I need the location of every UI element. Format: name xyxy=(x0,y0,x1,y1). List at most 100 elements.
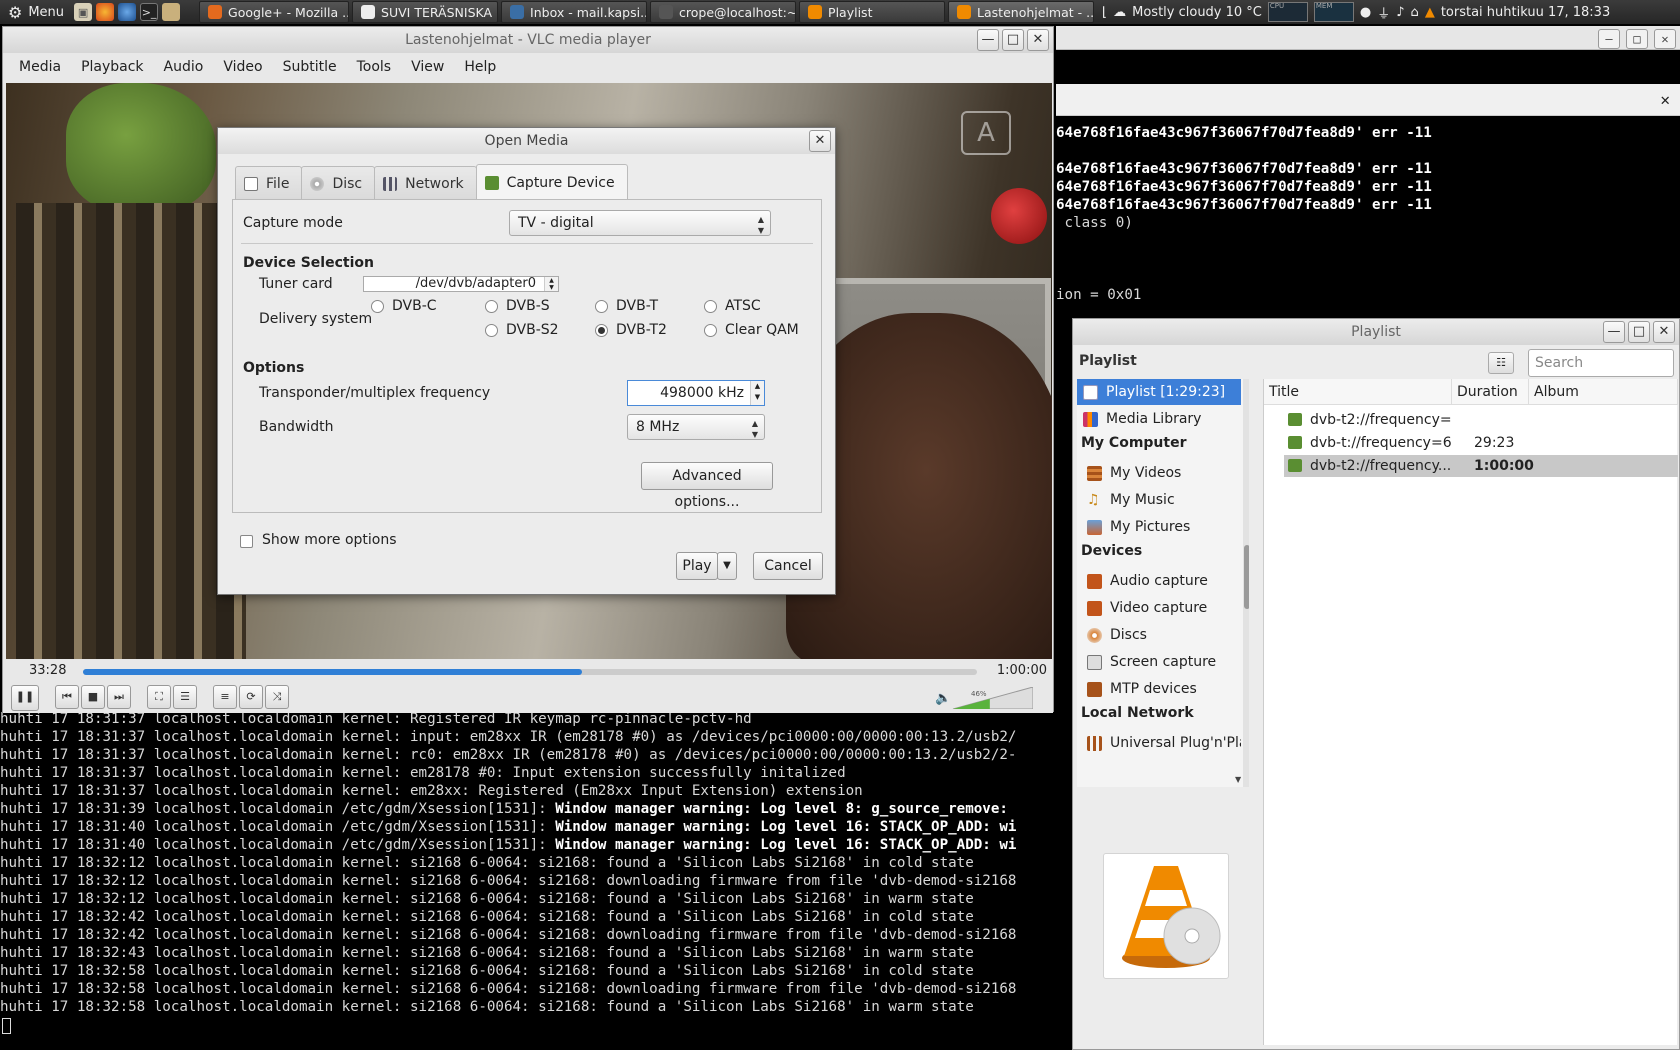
search-input[interactable]: Search xyxy=(1528,349,1674,377)
play-dropdown-icon[interactable]: ▼ xyxy=(717,552,737,580)
mem-graph[interactable]: MEM xyxy=(1313,2,1354,22)
seek-slider[interactable] xyxy=(83,669,977,675)
spin-arrows-icon[interactable]: ▲ ▼ xyxy=(750,381,764,405)
column-duration[interactable]: Duration xyxy=(1452,379,1529,405)
user-icon[interactable]: ● xyxy=(1360,5,1371,20)
sidebar-item-media-library[interactable]: Media Library xyxy=(1077,406,1241,432)
radio-atsc[interactable]: ATSC xyxy=(704,298,761,314)
vlc-tray-icon[interactable]: ▲ xyxy=(1425,5,1435,20)
menu-media[interactable]: Media xyxy=(9,59,71,75)
tuner-card-spinbox[interactable]: /dev/dvb/adapter0 ▲ ▼ xyxy=(363,276,559,292)
weather-text[interactable]: Mostly cloudy 10 °C xyxy=(1132,5,1262,20)
maximize-icon[interactable]: □ xyxy=(1626,29,1648,49)
close-icon[interactable]: ✕ xyxy=(1654,29,1676,49)
shuffle-button[interactable]: ⤨ xyxy=(265,685,289,709)
loop-button[interactable]: ⟳ xyxy=(239,685,263,709)
task-playlist[interactable]: Playlist xyxy=(799,1,946,23)
sidebar-item-my-music[interactable]: ♫ My Music xyxy=(1077,487,1241,513)
radio-dvb-t[interactable]: DVB-T xyxy=(595,298,658,314)
task-terminal[interactable]: crope@localhost:~ xyxy=(650,1,797,23)
extended-settings-button[interactable]: ☰ xyxy=(173,685,197,709)
clock[interactable]: torstai huhtikuu 17, 18:33 xyxy=(1441,5,1610,20)
sidebar-item-my-videos[interactable]: My Videos xyxy=(1077,460,1241,486)
radio-dvb-t2[interactable]: DVB-T2 xyxy=(595,322,667,338)
capture-mode-select[interactable]: TV - digital ▲ ▼ xyxy=(509,210,771,236)
next-button[interactable]: ⏭ xyxy=(107,685,131,709)
files-launcher-icon[interactable]: ▣ xyxy=(74,3,93,21)
tab-file[interactable]: File xyxy=(235,166,303,200)
table-row-playing[interactable]: dvb-t2://frequency... 1:00:00 xyxy=(1284,455,1678,477)
play-button[interactable]: Play xyxy=(676,552,718,580)
folder-launcher-icon[interactable] xyxy=(162,3,181,21)
tab-network[interactable]: Network xyxy=(374,166,477,200)
fullscreen-button[interactable]: ⛶ xyxy=(147,685,171,709)
task-music[interactable]: SUVI TERÄSNISKA ... xyxy=(352,1,499,23)
table-row[interactable]: dvb-t://frequency=6... 29:23 xyxy=(1284,432,1678,454)
maximize-icon[interactable]: □ xyxy=(1002,29,1024,51)
bandwidth-select[interactable]: 8 MHz ▲ ▼ xyxy=(627,414,765,440)
cpu-graph[interactable]: CPU xyxy=(1267,2,1308,22)
scroll-down-icon[interactable]: ▼ xyxy=(1235,775,1241,784)
log-warning-text: Window manager warning: Log level 16: ST… xyxy=(555,837,1017,853)
sidebar-item-video-capture[interactable]: Video capture xyxy=(1077,595,1241,621)
view-mode-icon[interactable]: ☷ xyxy=(1488,352,1514,374)
pause-button[interactable]: ❚❚ xyxy=(11,685,39,711)
radio-dvb-s2[interactable]: DVB-S2 xyxy=(485,322,559,338)
tab-capture-device[interactable]: Capture Device xyxy=(475,164,628,200)
sidebar-item-my-pictures[interactable]: My Pictures xyxy=(1077,514,1241,540)
radio-dvb-c[interactable]: DVB-C xyxy=(371,298,437,314)
sidebar-scrollbar[interactable] xyxy=(1243,379,1249,787)
show-desktop-icon[interactable]: ⌊ xyxy=(1102,5,1107,20)
log-text: huhti 17 18:31:37 localhost.localdomain … xyxy=(0,765,846,781)
menu-help[interactable]: Help xyxy=(454,59,506,75)
cancel-button[interactable]: Cancel xyxy=(753,552,823,580)
column-title[interactable]: Title xyxy=(1264,379,1452,405)
menu-subtitle[interactable]: Subtitle xyxy=(273,59,347,75)
show-more-label[interactable]: Show more options xyxy=(262,532,397,548)
volume-tray-icon[interactable]: ♪ xyxy=(1396,5,1404,20)
firefox-launcher-icon[interactable] xyxy=(96,3,115,21)
sidebar-item-upnp[interactable]: Universal Plug'n'Play xyxy=(1077,730,1241,756)
playlist-toggle-button[interactable]: ≡ xyxy=(213,685,237,709)
sidebar-item-mtp-devices[interactable]: MTP devices xyxy=(1077,676,1241,702)
menu-playback[interactable]: Playback xyxy=(71,59,153,75)
minimize-icon[interactable]: — xyxy=(977,29,999,51)
volume-slider[interactable]: 46% xyxy=(933,687,1033,709)
task-vlc[interactable]: Lastenohjelmat - ... xyxy=(948,1,1095,23)
spin-arrows-icon[interactable]: ▲ ▼ xyxy=(544,277,558,291)
network-icon[interactable]: ⌂ xyxy=(1411,5,1419,20)
menu-audio[interactable]: Audio xyxy=(154,59,214,75)
advanced-options-button[interactable]: Advanced options... xyxy=(641,462,773,510)
maximize-icon[interactable]: □ xyxy=(1628,321,1650,343)
frequency-spinbox[interactable]: 498000 kHz ▲ ▼ xyxy=(627,380,765,406)
sidebar-item-playlist[interactable]: Playlist [1:29:23] xyxy=(1077,379,1241,405)
thunderbird-launcher-icon[interactable] xyxy=(118,3,137,21)
app-menu-button[interactable]: ⚙ Menu xyxy=(0,0,72,24)
minimize-icon[interactable]: — xyxy=(1603,321,1625,343)
previous-button[interactable]: ⏮ xyxy=(55,685,79,709)
log-text: huhti 17 18:31:40 localhost.localdomain … xyxy=(0,837,556,853)
column-album[interactable]: Album xyxy=(1529,379,1678,405)
close-icon[interactable]: ✕ xyxy=(1027,29,1049,51)
task-thunderbird[interactable]: Inbox - mail.kapsi.... xyxy=(501,1,648,23)
radio-dvb-s[interactable]: DVB-S xyxy=(485,298,550,314)
close-tab-icon[interactable]: ✕ xyxy=(1660,90,1670,109)
tab-disc[interactable]: Disc xyxy=(301,166,376,200)
task-firefox[interactable]: Google+ - Mozilla ... xyxy=(199,1,350,23)
table-row[interactable]: dvb-t2://frequency=... xyxy=(1284,409,1678,431)
show-more-checkbox[interactable] xyxy=(240,535,253,548)
sidebar-item-audio-capture[interactable]: Audio capture xyxy=(1077,568,1241,594)
close-icon[interactable]: ✕ xyxy=(809,130,831,152)
sidebar-item-discs[interactable]: Discs xyxy=(1077,622,1241,648)
menu-tools[interactable]: Tools xyxy=(347,59,402,75)
menu-view[interactable]: View xyxy=(401,59,454,75)
radio-clear-qam[interactable]: Clear QAM xyxy=(704,322,799,338)
close-icon[interactable]: ✕ xyxy=(1653,321,1675,343)
usb-icon[interactable]: ⏚ xyxy=(1377,3,1390,22)
sidebar-item-screen-capture[interactable]: Screen capture xyxy=(1077,649,1241,675)
scrollbar-thumb[interactable] xyxy=(1244,545,1249,609)
menu-video[interactable]: Video xyxy=(213,59,272,75)
stop-button[interactable]: ■ xyxy=(81,685,105,709)
terminal-launcher-icon[interactable]: >_ xyxy=(140,3,159,21)
minimize-icon[interactable]: — xyxy=(1598,29,1620,49)
